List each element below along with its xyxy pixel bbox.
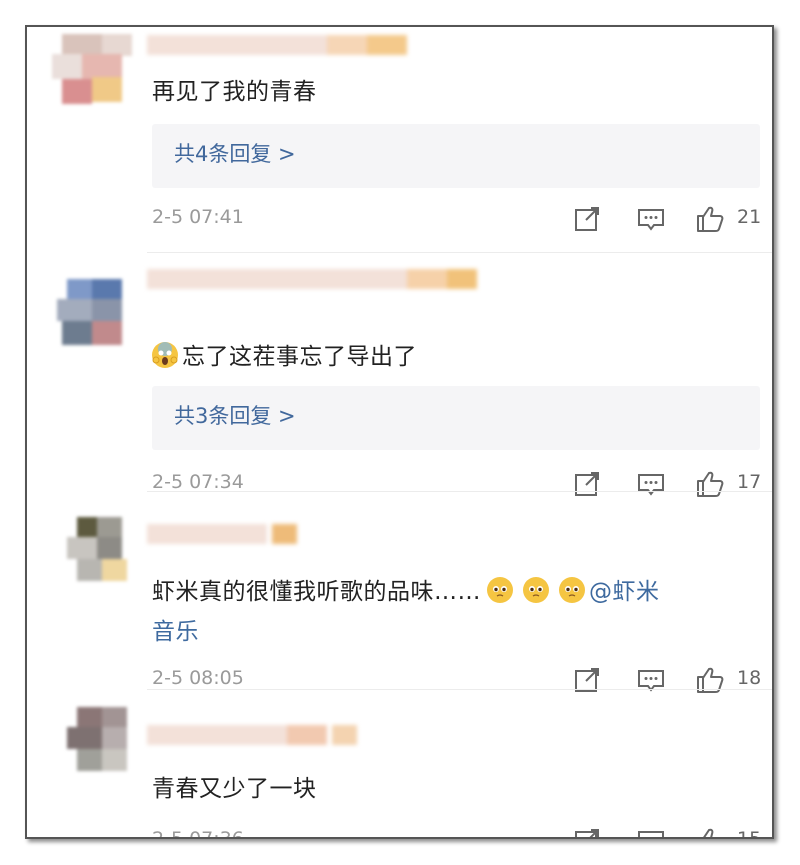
username[interactable] <box>147 265 487 293</box>
avatar[interactable] <box>47 699 147 789</box>
like-count: 15 <box>737 828 762 839</box>
scream-face-emoji <box>152 342 178 368</box>
comment-text-body: 忘了这茬事忘了导出了 <box>182 344 417 370</box>
comment-text: 虾米真的很懂我听歌的品味…… @虾米音乐 <box>152 572 742 652</box>
comment-meta: 2-5 07:36 15 <box>152 826 762 839</box>
username[interactable] <box>147 31 427 59</box>
like-count: 21 <box>737 206 762 228</box>
comment-text: 再见了我的青春 <box>152 79 317 105</box>
avatar[interactable] <box>47 29 147 119</box>
pleading-face-emoji <box>559 577 585 603</box>
view-replies-button[interactable]: 共4条回复 > <box>152 124 760 188</box>
comment-meta: 2-5 07:41 21 <box>152 204 762 234</box>
share-icon[interactable] <box>572 826 602 837</box>
timestamp: 2-5 07:34 <box>152 471 244 493</box>
mention-link[interactable]: @虾米 <box>589 579 660 605</box>
thumbs-up-icon[interactable] <box>695 826 725 837</box>
pleading-face-emoji <box>487 577 513 603</box>
comment-list: 再见了我的青春 共4条回复 > 2-5 07:41 21 忘了这茬事忘了导出了 … <box>25 25 774 839</box>
timestamp: 2-5 08:05 <box>152 667 244 689</box>
like-count: 17 <box>737 471 762 493</box>
view-replies-button[interactable]: 共3条回复 > <box>152 386 760 450</box>
comment-item: 忘了这茬事忘了导出了 共3条回复 > 2-5 07:34 17 <box>27 257 772 497</box>
timestamp: 2-5 07:41 <box>152 206 244 228</box>
share-icon[interactable] <box>572 204 602 234</box>
reply-count-label: 共4条回复 > <box>174 142 296 166</box>
pleading-face-emoji <box>523 577 549 603</box>
reply-count-label: 共3条回复 > <box>174 404 296 428</box>
comment-icon[interactable] <box>636 826 666 837</box>
comment-text: 青春又少了一块 <box>152 776 317 802</box>
comment-item: 再见了我的青春 共4条回复 > 2-5 07:41 21 <box>27 27 772 257</box>
thumbs-up-icon[interactable] <box>695 204 725 234</box>
mention-link-continued[interactable]: 音乐 <box>152 619 199 645</box>
comment-icon[interactable] <box>636 204 666 234</box>
divider <box>147 252 772 253</box>
username[interactable] <box>147 721 377 749</box>
comment-text: 忘了这茬事忘了导出了 <box>152 337 742 377</box>
comment-item: 青春又少了一块 2-5 07:36 15 <box>27 689 772 837</box>
comment-text-body: 虾米真的很懂我听歌的品味…… <box>152 579 481 605</box>
like-count: 18 <box>737 667 762 689</box>
comment-item: 虾米真的很懂我听歌的品味…… @虾米音乐 2-5 08:05 18 <box>27 492 772 693</box>
avatar[interactable] <box>47 267 147 357</box>
username[interactable] <box>147 520 327 548</box>
avatar[interactable] <box>47 507 147 597</box>
timestamp: 2-5 07:36 <box>152 828 244 839</box>
